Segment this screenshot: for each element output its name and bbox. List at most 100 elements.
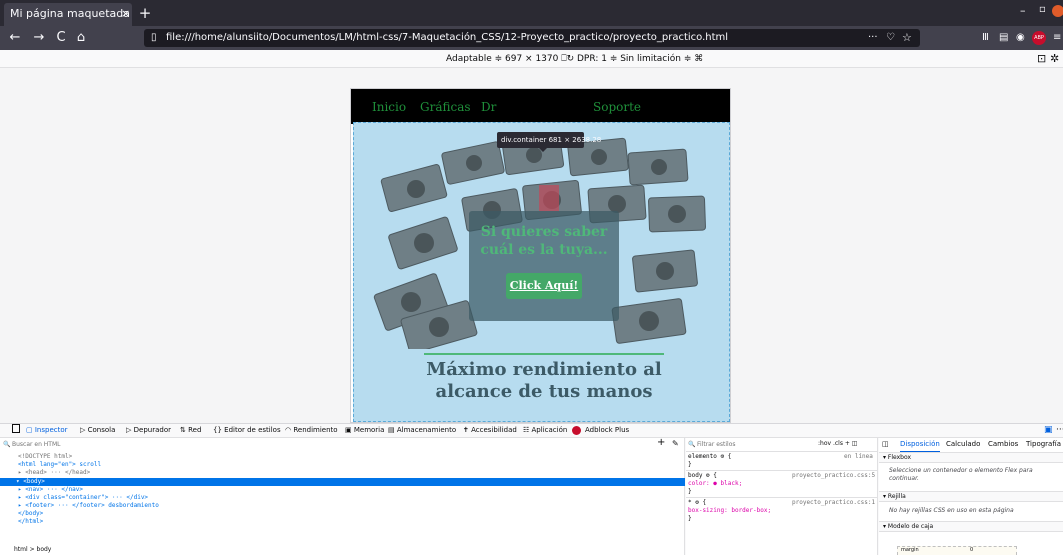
rule-source[interactable]: proyecto_practico.css:5 xyxy=(792,472,875,480)
tree-node[interactable]: ▸ <head> ··· </head> xyxy=(18,469,90,477)
tab-inspector[interactable]: ▢ Inspector xyxy=(26,423,68,438)
console-icon: ▷ xyxy=(80,426,86,434)
eyedropper-icon[interactable]: ✎ xyxy=(672,438,679,450)
layout-panel-icon[interactable]: ◫ xyxy=(882,438,889,451)
forward-icon[interactable]: → xyxy=(30,28,48,48)
breadcrumb[interactable]: html > body xyxy=(14,546,51,554)
tab-console-label: Consola xyxy=(87,426,116,434)
tree-node[interactable]: <html lang="en"> scroll xyxy=(18,461,101,469)
tab-adblock-plus[interactable]: Adblock Plus xyxy=(585,423,629,438)
search-html-input[interactable]: Buscar en HTML xyxy=(12,440,61,450)
storage-icon: ▤ xyxy=(388,426,395,434)
pocket-icon[interactable]: ♡ xyxy=(886,29,895,47)
tab-storage[interactable]: ▤ Almacenamiento xyxy=(388,423,456,438)
settings-icon[interactable]: ✲ xyxy=(1050,50,1059,68)
filter-styles-input[interactable]: Filtrar estilos xyxy=(697,440,736,450)
new-tab-button[interactable]: + xyxy=(137,2,153,24)
tab-debugger-label: Depurador xyxy=(133,426,171,434)
tree-node[interactable]: <!DOCTYPE html> xyxy=(18,453,72,461)
dock-icon[interactable]: ▣ xyxy=(1044,423,1053,438)
tab-style-editor-label: Editor de estilos xyxy=(224,426,281,434)
page-viewport: Inicio Gráficas Dr Soporte Si quieres sa… xyxy=(350,88,731,423)
home-icon[interactable]: ⌂ xyxy=(72,28,90,48)
memory-icon: ▣ xyxy=(345,426,352,434)
rule-selector[interactable]: * ⚙ { xyxy=(688,499,706,507)
tree-node[interactable]: ▸ <footer> ··· </footer> desbordamiento xyxy=(18,502,159,510)
library-icon[interactable]: Ⅲ xyxy=(982,29,989,47)
nav-link-soporte[interactable]: Soporte xyxy=(593,100,641,114)
container-highlight: Si quieres saber cuál es la tuya... Clic… xyxy=(353,122,730,422)
tab-accessibility[interactable]: ✝ Accesibilidad xyxy=(463,423,517,438)
boxmodel-margin-label: margin xyxy=(901,547,919,553)
maximize-icon[interactable]: ▫ xyxy=(1039,4,1046,15)
tab-calculado[interactable]: Calculado xyxy=(946,438,980,451)
nav-link-dr[interactable]: Dr xyxy=(481,100,496,114)
responsive-settings[interactable]: Adaptable ≑ 697 × 1370 ⎕↻ DPR: 1 ≑ Sin l… xyxy=(446,50,703,68)
back-icon[interactable]: ← xyxy=(6,28,24,48)
tab-console[interactable]: ▷ Consola xyxy=(80,423,115,438)
rule-selector[interactable]: body ⚙ { xyxy=(688,472,717,480)
tree-node-selected[interactable]: ▾ <body> xyxy=(16,478,45,486)
boxmodel-section-header[interactable]: ▾ Modelo de caja xyxy=(879,521,1063,532)
tree-node[interactable]: ▸ <div class="container"> ··· </div> xyxy=(18,494,148,502)
tab-memory-label: Memoria xyxy=(353,426,385,434)
debugger-icon: ▷ xyxy=(126,426,132,434)
tab-cambios[interactable]: Cambios xyxy=(988,438,1018,451)
tab-style-editor[interactable]: {} Editor de estilos xyxy=(213,423,281,438)
tab-application[interactable]: ☷ Aplicación xyxy=(523,423,567,438)
tab-storage-label: Almacenamiento xyxy=(396,426,457,434)
tab-inspector-label: Inspector xyxy=(34,426,68,434)
main-headline: Máximo rendimiento al alcance de tus man… xyxy=(426,359,662,402)
filter-icon: 🔍 xyxy=(688,441,696,448)
rule-source[interactable]: proyecto_practico.css:1 xyxy=(792,499,875,507)
rejilla-section-header[interactable]: ▾ Rejilla xyxy=(879,491,1063,502)
rule-close: } xyxy=(688,461,692,468)
tab-performance-label: Rendimiento xyxy=(293,426,338,434)
tab-application-label: Aplicación xyxy=(531,426,568,434)
click-here-button[interactable]: Click Aquí! xyxy=(506,273,582,299)
tooltip-arrow xyxy=(539,148,547,152)
accessibility-icon: ✝ xyxy=(463,426,469,434)
tab-tipografia[interactable]: Tipografía xyxy=(1026,438,1061,451)
account-icon[interactable]: ◉ xyxy=(1016,29,1025,47)
adblock-tab-icon xyxy=(572,426,581,435)
minimize-icon[interactable]: – xyxy=(1020,4,1026,17)
browser-tab[interactable]: Mi página maquetada con C xyxy=(4,3,132,26)
rule-property[interactable]: color: ● black; xyxy=(688,480,742,488)
tree-node[interactable]: </html> xyxy=(18,518,43,526)
tab-performance[interactable]: ◠ Rendimiento xyxy=(285,423,338,438)
tab-memory[interactable]: ▣ Memoria xyxy=(345,423,384,438)
tab-disposicion[interactable]: Disposición xyxy=(900,438,940,452)
reload-icon[interactable]: C xyxy=(52,28,70,48)
tree-node[interactable]: ▸ <nav> ··· </nav> xyxy=(18,486,83,494)
adblock-plus-icon[interactable]: ABP xyxy=(1032,31,1046,45)
boxmodel-margin-value[interactable]: 0 xyxy=(970,547,973,554)
tab-debugger[interactable]: ▷ Depurador xyxy=(126,423,171,438)
style-editor-icon: {} xyxy=(213,426,222,434)
flexbox-section-header[interactable]: ▾ Flexbox xyxy=(879,452,1063,463)
nav-link-graficas[interactable]: Gráficas xyxy=(420,100,471,114)
sidebar-icon[interactable]: ▤ xyxy=(999,29,1008,47)
divider xyxy=(686,470,878,471)
add-node-icon[interactable]: + xyxy=(657,437,665,449)
inspector-icon: ▢ xyxy=(26,426,33,434)
tree-node[interactable]: </body> xyxy=(18,510,43,518)
pseudo-class-toggles[interactable]: :hov .cls + ◫ xyxy=(818,438,857,450)
bookmark-star-icon[interactable]: ☆ xyxy=(902,29,912,47)
nav-link-inicio[interactable]: Inicio xyxy=(372,100,406,114)
tab-network[interactable]: ⇅ Red xyxy=(180,423,201,438)
url-text[interactable]: file:///home/alunsiito/Documentos/LM/htm… xyxy=(166,29,728,47)
rule-property[interactable]: box-sizing: border-box; xyxy=(688,507,771,515)
close-window-icon[interactable] xyxy=(1052,5,1063,17)
menu-icon[interactable]: ≡ xyxy=(1053,29,1061,47)
element-picker-icon[interactable] xyxy=(12,424,20,433)
tab-close-icon[interactable]: × xyxy=(121,3,133,23)
rule-selector[interactable]: elemento ⚙ { xyxy=(688,453,731,461)
divider xyxy=(686,497,878,498)
more-options-icon[interactable]: ··· xyxy=(1056,423,1063,438)
page-actions-icon[interactable]: ··· xyxy=(868,29,878,47)
element-tooltip: div.container 681 × 2638.28 xyxy=(497,132,601,148)
selected-node-highlight xyxy=(0,478,685,486)
screenshot-icon[interactable]: ⊡ xyxy=(1037,50,1046,68)
rule-source[interactable]: en línea xyxy=(844,453,873,461)
